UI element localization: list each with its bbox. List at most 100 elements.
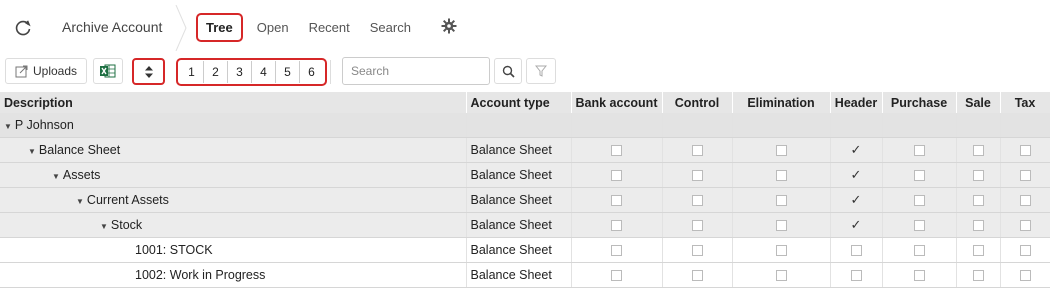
column-header[interactable]: Control (662, 92, 733, 113)
tab-bar: Tree Open Recent Search (196, 12, 431, 42)
uploads-button[interactable]: Uploads (5, 58, 88, 84)
table-row[interactable]: ▼ P Johnson (0, 113, 1050, 138)
search-input[interactable] (342, 57, 490, 85)
description-cell[interactable]: ▼ Balance Sheet (0, 137, 466, 163)
sort-button[interactable] (132, 58, 165, 85)
flag-cell (955, 212, 1000, 238)
empty-checkbox-icon (691, 170, 703, 182)
description-label: 1001: STOCK (135, 243, 213, 257)
expand-caret-icon[interactable]: ▼ (100, 222, 108, 231)
empty-checkbox-icon (850, 270, 862, 282)
gear-icon[interactable] (441, 18, 457, 34)
expand-caret-icon[interactable]: ▼ (4, 122, 12, 131)
table-row[interactable]: 1002: Work in Progress Balance Sheet (0, 262, 1050, 288)
flag-cell (955, 137, 1000, 163)
table-row[interactable]: ▼ Stock Balance Sheet ✓ (0, 212, 1050, 238)
tab-open[interactable]: Open (257, 20, 289, 35)
column-header[interactable]: Bank account (571, 92, 663, 113)
flag-cell (829, 262, 882, 288)
tab-recent[interactable]: Recent (309, 20, 350, 35)
description-cell[interactable]: 1001: STOCK (0, 237, 466, 263)
expand-caret-icon[interactable]: ▼ (76, 197, 84, 206)
empty-checkbox-icon (775, 245, 787, 257)
level-6-button[interactable]: 6 (300, 61, 323, 83)
empty-checkbox-icon (913, 220, 925, 232)
table-row[interactable]: ▼ Current Assets Balance Sheet ✓ (0, 187, 1050, 213)
level-2-button[interactable]: 2 (204, 61, 228, 83)
flag-cell (570, 262, 662, 288)
table-row[interactable]: ▼ Balance Sheet Balance Sheet ✓ (0, 137, 1050, 163)
empty-checkbox-icon (775, 170, 787, 182)
empty-checkbox-icon (775, 220, 787, 232)
flag-cell (955, 113, 1000, 138)
top-nav: Archive Account Tree Open Recent Search (0, 0, 1050, 54)
column-header[interactable]: Purchase (882, 92, 957, 113)
flag-cell (731, 113, 830, 138)
level-5-button[interactable]: 5 (276, 61, 300, 83)
uploads-label: Uploads (33, 64, 78, 78)
level-4-button[interactable]: 4 (252, 61, 276, 83)
flag-cell (570, 212, 662, 238)
column-header[interactable]: Account type (466, 92, 572, 113)
table-row[interactable]: 1001: STOCK Balance Sheet (0, 237, 1050, 263)
description-label: 1002: Work in Progress (135, 268, 266, 282)
empty-checkbox-icon (611, 145, 622, 157)
tab-tree[interactable]: Tree (196, 12, 243, 42)
column-header[interactable]: Elimination (732, 92, 831, 113)
table-row[interactable]: ▼ Assets Balance Sheet ✓ (0, 162, 1050, 188)
empty-checkbox-icon (1019, 220, 1031, 232)
flag-cell (881, 212, 956, 238)
column-header[interactable]: Description (0, 92, 467, 113)
level-3-button[interactable]: 3 (228, 61, 252, 83)
flag-cell (881, 113, 956, 138)
column-header[interactable]: Header (830, 92, 883, 113)
flag-cell (999, 113, 1050, 138)
flag-cell (661, 187, 732, 213)
level-selector: 1 2 3 4 5 6 (176, 58, 327, 86)
empty-checkbox-icon (691, 195, 703, 207)
empty-checkbox-icon (1019, 145, 1031, 157)
account-type-cell: Balance Sheet (465, 137, 571, 163)
expand-caret-icon[interactable]: ▼ (28, 147, 36, 156)
empty-checkbox-icon (850, 245, 862, 257)
search-button[interactable] (494, 58, 522, 84)
excel-icon (100, 64, 116, 78)
empty-checkbox-icon (691, 270, 703, 282)
empty-checkbox-icon (775, 145, 787, 157)
account-type-cell: Balance Sheet (465, 237, 571, 263)
column-header[interactable]: Tax (1000, 92, 1050, 113)
empty-checkbox-icon (691, 245, 703, 257)
flag-cell (731, 137, 830, 163)
column-header[interactable]: Sale (956, 92, 1001, 113)
level-1-button[interactable]: 1 (180, 61, 204, 83)
expand-caret-icon[interactable]: ▼ (52, 172, 60, 181)
empty-checkbox-icon (972, 195, 984, 207)
flag-cell (661, 237, 732, 263)
tab-search[interactable]: Search (370, 20, 411, 35)
description-cell[interactable]: ▼ Current Assets (0, 187, 466, 213)
description-label: Stock (110, 218, 143, 232)
empty-checkbox-icon (1019, 270, 1031, 282)
flag-cell (999, 212, 1050, 238)
empty-checkbox-icon (611, 220, 622, 232)
empty-checkbox-icon (691, 220, 703, 232)
refresh-icon[interactable] (12, 17, 34, 39)
description-cell[interactable]: 1002: Work in Progress (0, 262, 466, 288)
account-type-cell (465, 113, 571, 138)
description-cell[interactable]: ▼ Assets (0, 162, 466, 188)
account-type-cell: Balance Sheet (465, 262, 571, 288)
flag-cell: ✓ (829, 162, 882, 188)
account-type-cell: Balance Sheet (465, 187, 571, 213)
export-excel-button[interactable] (93, 58, 123, 84)
description-label: P Johnson (14, 118, 74, 132)
filter-button[interactable] (526, 58, 556, 84)
empty-checkbox-icon (972, 220, 984, 232)
flag-cell (999, 137, 1050, 163)
flag-cell (881, 262, 956, 288)
flag-cell (570, 137, 662, 163)
flag-cell (829, 237, 882, 263)
description-cell[interactable]: ▼ P Johnson (0, 113, 466, 138)
description-cell[interactable]: ▼ Stock (0, 212, 466, 238)
empty-checkbox-icon (1019, 245, 1031, 257)
empty-checkbox-icon (611, 245, 622, 257)
